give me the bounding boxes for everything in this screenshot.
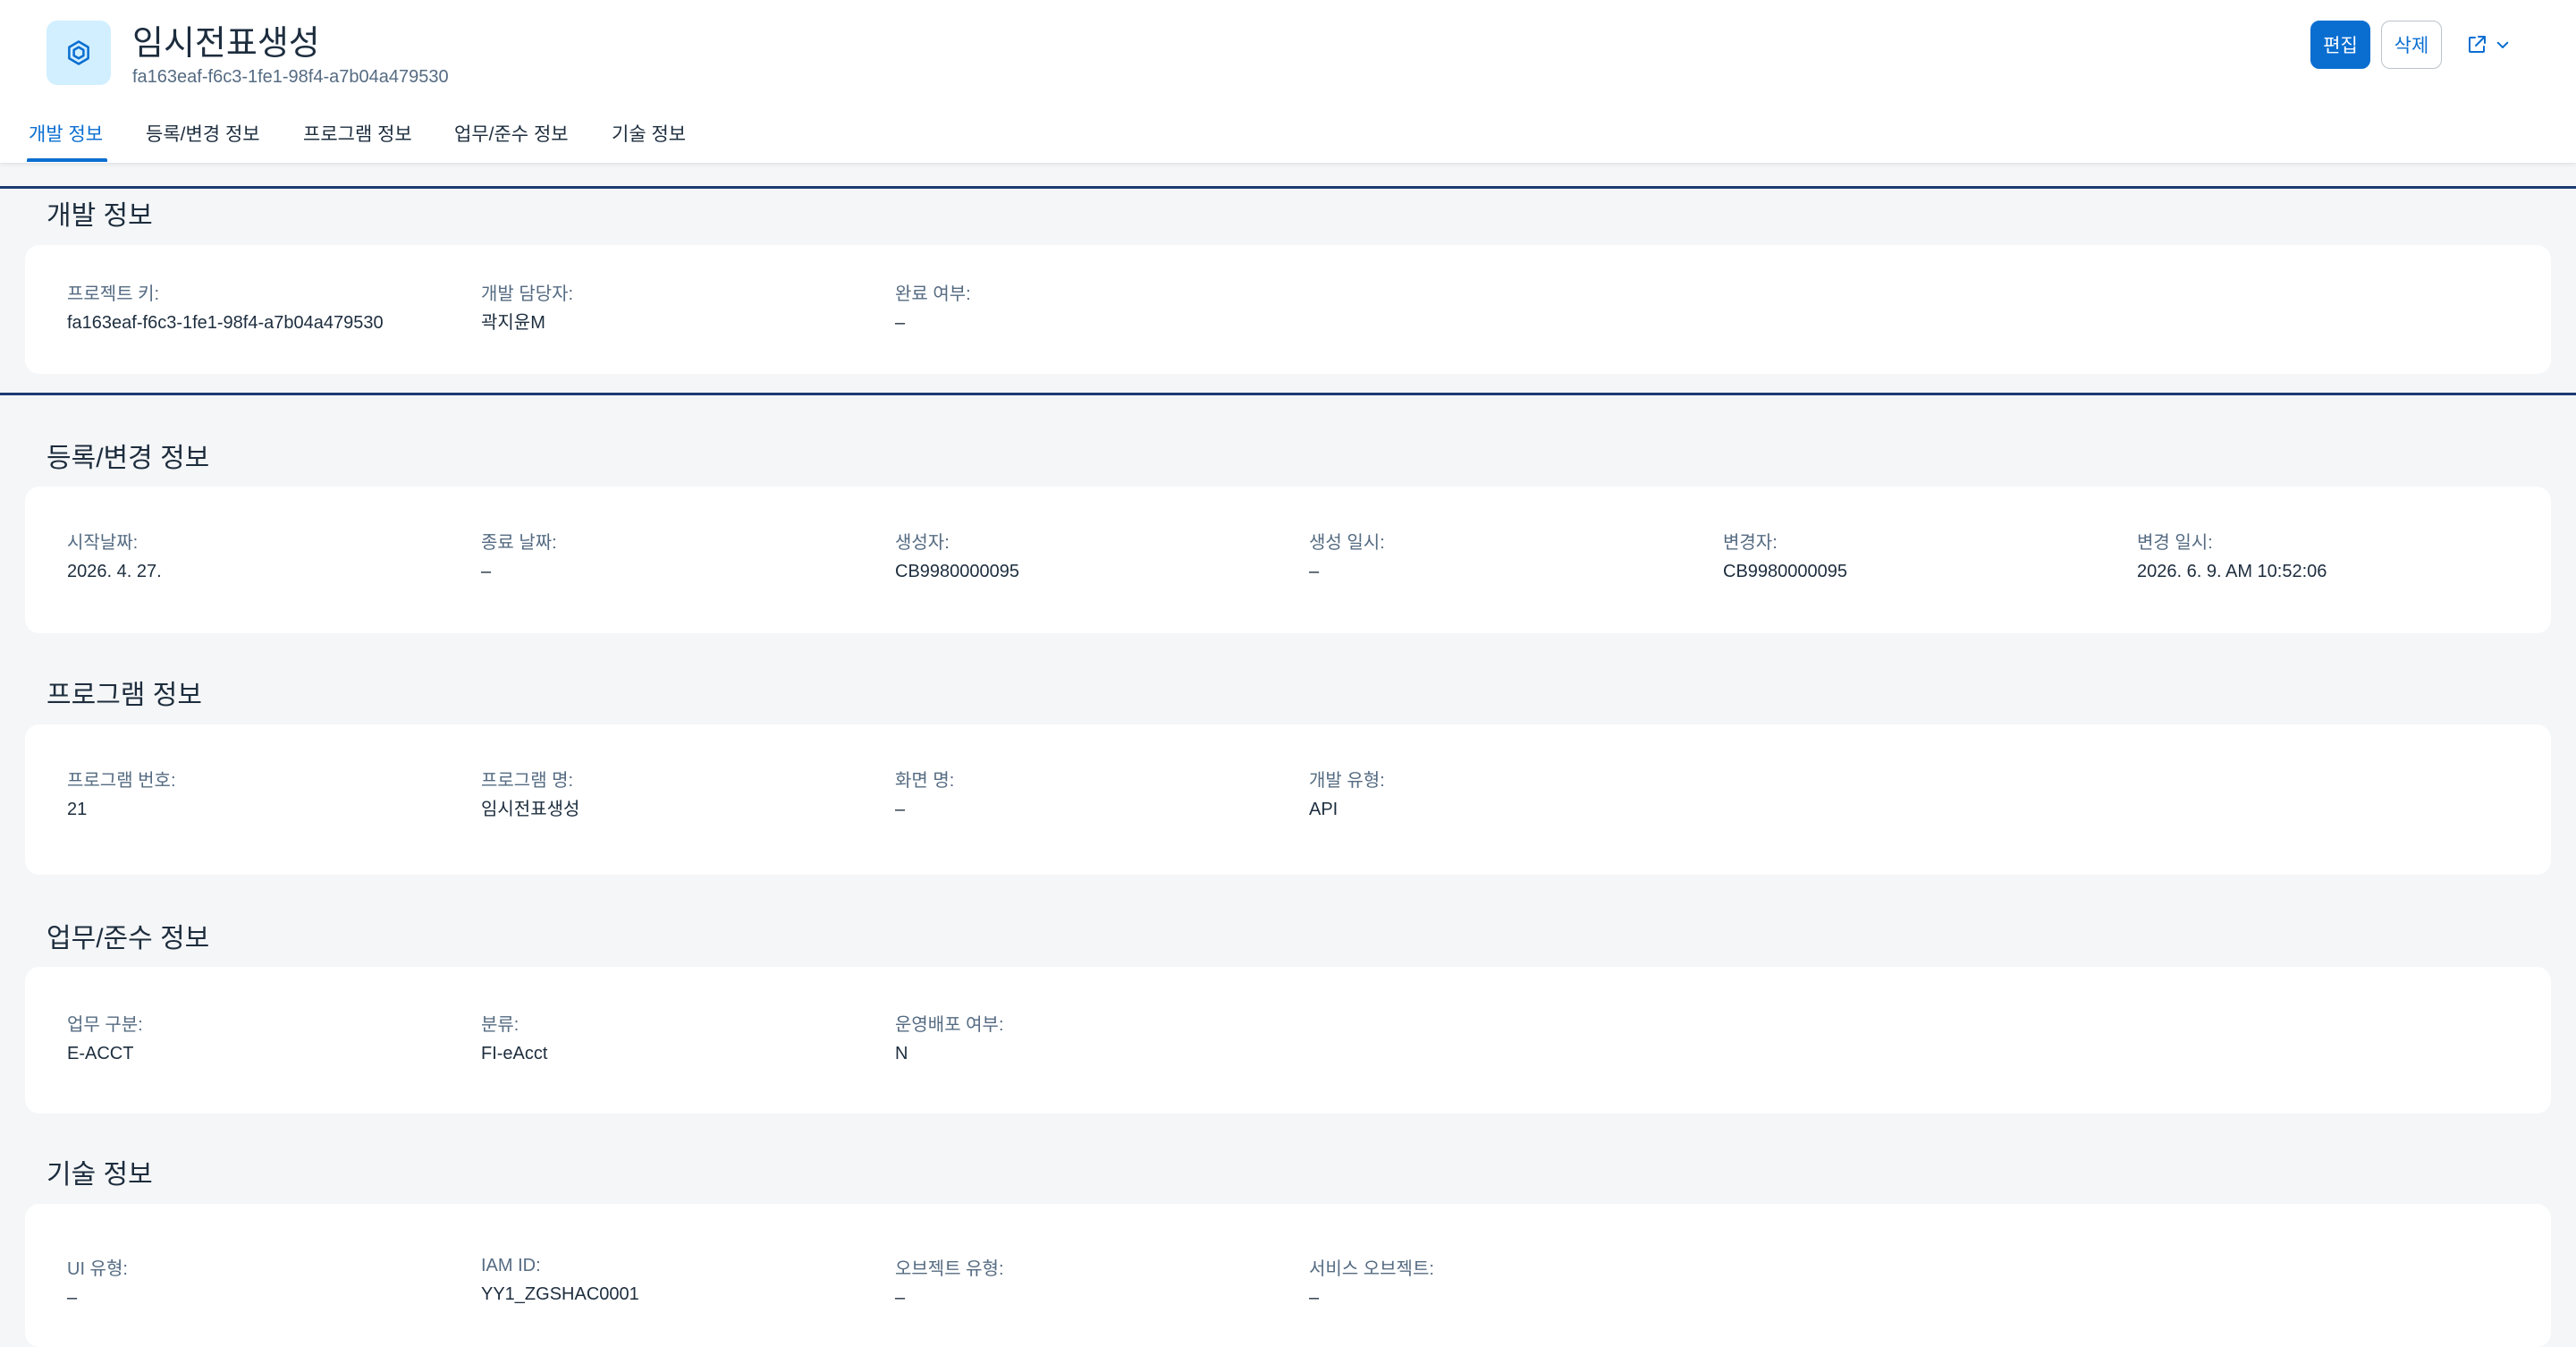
section-title-business: 업무/준수 정보 <box>46 924 210 953</box>
object-page-header: 임시전표생성 fa163eaf-f6c3-1fe1-98f4-a7b04a479… <box>0 0 2576 163</box>
field-label: UI 유형: <box>67 1259 128 1279</box>
cube-icon <box>68 40 89 65</box>
section-card-program: 프로그램 번호: 21 프로그램 명: 임시전표생성 화면 명: – 개발 유형… <box>25 724 2551 875</box>
field-value: – <box>1309 562 1320 581</box>
field-label: 화면 명: <box>895 771 955 791</box>
section-divider <box>0 393 2576 395</box>
field-label: 시작날짜: <box>67 533 139 553</box>
tab-registration-info[interactable]: 등록/변경 정보 <box>146 122 260 148</box>
field-value: – <box>1309 1288 1320 1308</box>
field-production-deploy: 운영배포 여부: N <box>895 1013 1004 1065</box>
field-developer: 개발 담당자: 곽지윤M <box>481 283 573 335</box>
field-value: CB9980000095 <box>895 562 1020 581</box>
page-title: 임시전표생성 <box>132 25 320 63</box>
field-label: 분류: <box>481 1015 519 1035</box>
field-value: – <box>895 800 906 819</box>
share-icon <box>2469 36 2486 53</box>
field-created-by: 생성자: CB9980000095 <box>895 531 1019 583</box>
section-title-registration: 등록/변경 정보 <box>46 444 210 473</box>
field-value: E-ACCT <box>67 1044 134 1063</box>
section-divider <box>0 186 2576 189</box>
field-value: 2026. 4. 27. <box>67 562 162 581</box>
field-label: 완료 여부: <box>895 284 971 304</box>
field-label: 생성 일시: <box>1309 533 1385 553</box>
field-service-object: 서비스 오브젝트: – <box>1309 1258 1434 1309</box>
field-label: 종료 날짜: <box>481 533 557 553</box>
field-end-date: 종료 날짜: – <box>481 531 557 583</box>
field-value: YY1_ZGSHAC0001 <box>481 1284 639 1304</box>
field-completion-status: 완료 여부: – <box>895 283 971 335</box>
field-value: – <box>895 1288 906 1308</box>
field-label: 운영배포 여부: <box>895 1015 1004 1035</box>
tab-dev-info[interactable]: 개발 정보 <box>29 122 103 148</box>
anchor-tab-bar: 개발 정보 등록/변경 정보 프로그램 정보 업무/준수 정보 기술 정보 <box>0 116 2576 163</box>
chevron-down-icon <box>2496 41 2509 48</box>
field-program-name: 프로그램 명: 임시전표생성 <box>481 769 579 821</box>
field-value: API <box>1309 800 1339 819</box>
field-value: FI-eAcct <box>481 1044 548 1063</box>
field-value: CB9980000095 <box>1723 562 1848 581</box>
share-menu-button[interactable] <box>2457 21 2520 69</box>
field-value: – <box>67 1288 78 1308</box>
field-changed-by: 변경자: CB9980000095 <box>1723 531 1847 583</box>
field-label: 개발 담당자: <box>481 284 574 304</box>
field-label: 변경자: <box>1723 533 1778 553</box>
app-icon <box>46 21 111 85</box>
field-changed-at: 변경 일시: 2026. 6. 9. AM 10:52:06 <box>2137 531 2327 583</box>
field-program-number: 프로그램 번호: 21 <box>67 769 176 821</box>
field-value: 21 <box>67 800 88 819</box>
field-value: 2026. 6. 9. AM 10:52:06 <box>2137 562 2327 581</box>
edit-button[interactable]: 편집 <box>2310 21 2370 69</box>
field-value: 임시전표생성 <box>481 800 580 819</box>
tab-business-compliance-info[interactable]: 업무/준수 정보 <box>454 122 569 148</box>
field-business-type: 업무 구분: E-ACCT <box>67 1013 143 1065</box>
field-created-at: 생성 일시: – <box>1309 531 1385 583</box>
page-content[interactable]: 개발 정보 프로젝트 키: fa163eaf-f6c3-1fe1-98f4-a7… <box>0 163 2576 1347</box>
page-subtitle: fa163eaf-f6c3-1fe1-98f4-a7b04a479530 <box>132 67 449 87</box>
section-title-program: 프로그램 정보 <box>46 681 202 710</box>
field-object-type: 오브젝트 유형: – <box>895 1258 1004 1309</box>
field-label: 오브젝트 유형: <box>895 1259 1004 1279</box>
section-title-dev: 개발 정보 <box>46 201 153 231</box>
field-value: – <box>895 313 906 333</box>
field-value: fa163eaf-f6c3-1fe1-98f4-a7b04a479530 <box>67 313 384 333</box>
field-label: 개발 유형: <box>1309 771 1385 791</box>
field-ui-type: UI 유형: – <box>67 1258 128 1309</box>
section-card-dev: 프로젝트 키: fa163eaf-f6c3-1fe1-98f4-a7b04a47… <box>25 245 2551 374</box>
field-value: – <box>481 562 492 581</box>
active-tab-indicator <box>27 158 107 162</box>
section-title-technical: 기술 정보 <box>46 1160 153 1190</box>
field-label: 프로젝트 키: <box>67 284 160 304</box>
field-label: 생성자: <box>895 533 950 553</box>
field-value: 곽지윤M <box>481 313 545 333</box>
field-iam-id: IAM ID: YY1_ZGSHAC0001 <box>481 1254 639 1306</box>
section-card-registration: 시작날짜: 2026. 4. 27. 종료 날짜: – 생성자: CB99800… <box>25 487 2551 633</box>
field-label: 변경 일시: <box>2137 533 2213 553</box>
field-label: 서비스 오브젝트: <box>1309 1259 1434 1279</box>
delete-button[interactable]: 삭제 <box>2381 21 2442 69</box>
tab-technical-info[interactable]: 기술 정보 <box>612 122 686 148</box>
field-dev-type: 개발 유형: API <box>1309 769 1385 821</box>
section-card-technical: UI 유형: – IAM ID: YY1_ZGSHAC0001 오브젝트 유형:… <box>25 1204 2551 1347</box>
field-screen-name: 화면 명: – <box>895 769 954 821</box>
field-label: IAM ID: <box>481 1256 541 1275</box>
field-label: 업무 구분: <box>67 1015 143 1035</box>
field-label: 프로그램 명: <box>481 771 574 791</box>
field-project-key: 프로젝트 키: fa163eaf-f6c3-1fe1-98f4-a7b04a47… <box>67 283 384 335</box>
tab-program-info[interactable]: 프로그램 정보 <box>303 122 412 148</box>
field-category: 분류: FI-eAcct <box>481 1013 547 1065</box>
field-value: N <box>895 1044 908 1063</box>
field-label: 프로그램 번호: <box>67 771 176 791</box>
section-card-business: 업무 구분: E-ACCT 분류: FI-eAcct 운영배포 여부: N <box>25 967 2551 1114</box>
field-start-date: 시작날짜: 2026. 4. 27. <box>67 531 162 583</box>
